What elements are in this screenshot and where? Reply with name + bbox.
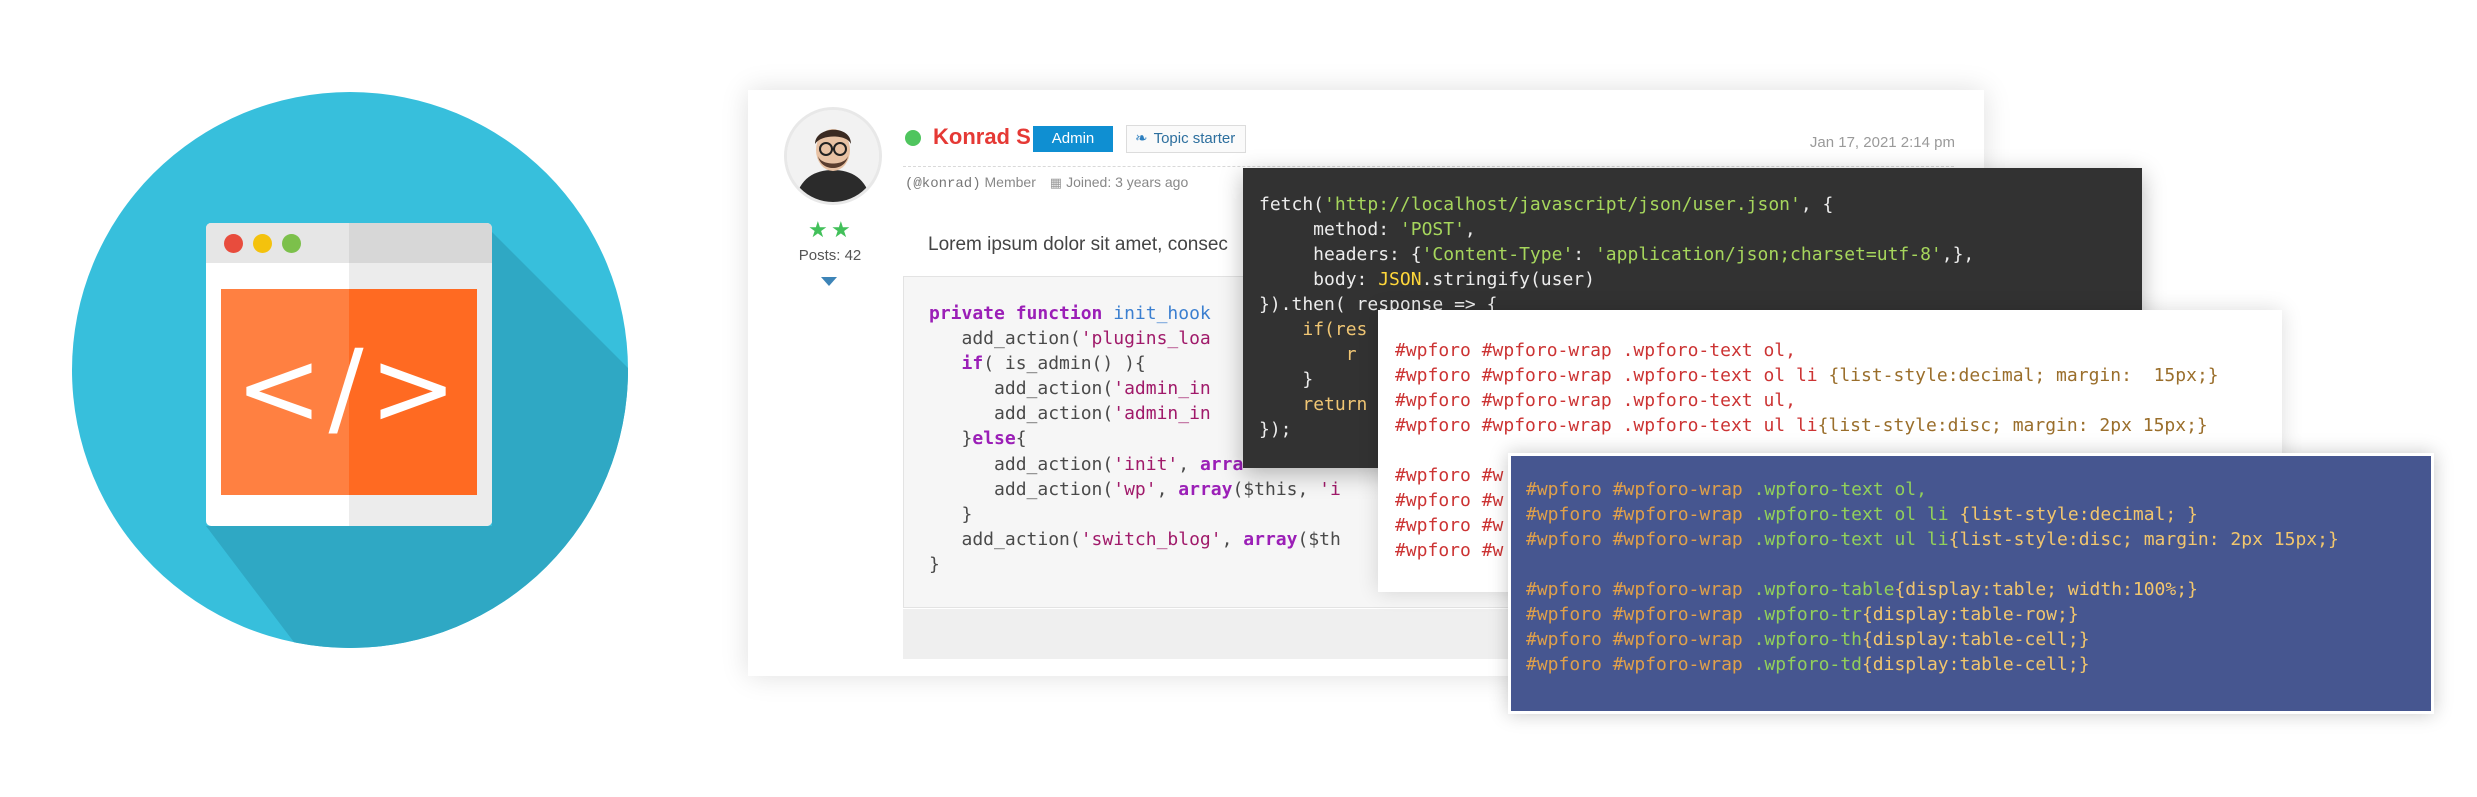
maximize-dot-icon xyxy=(282,234,301,253)
meta-divider xyxy=(903,166,1954,167)
avatar-portrait-icon xyxy=(787,110,879,202)
member-type: Member xyxy=(984,174,1036,190)
chevron-down-icon[interactable] xyxy=(821,277,837,286)
role-badge: Admin xyxy=(1033,126,1113,152)
close-dot-icon xyxy=(224,234,243,253)
rating-stars: ★ ★ xyxy=(808,218,852,243)
browser-window-icon: </> xyxy=(206,223,492,526)
star-icon: ★ xyxy=(831,218,851,243)
posts-count: Posts: 42 xyxy=(798,247,862,264)
topic-starter-badge: ❧ Topic starter xyxy=(1126,125,1247,153)
code-illustration: </> xyxy=(72,92,628,648)
calendar-icon: ▦ xyxy=(1049,176,1063,191)
topic-starter-label: Topic starter xyxy=(1153,130,1236,147)
joined-date: Joined: 3 years ago xyxy=(1066,174,1189,190)
leaf-icon: ❧ xyxy=(1135,130,1148,147)
star-icon: ★ xyxy=(808,218,828,243)
wpforo-css-code: #wpforo #wpforo-wrap .wpforo-text ol, #w… xyxy=(1526,479,2339,675)
minimize-dot-icon xyxy=(253,234,272,253)
avatar[interactable] xyxy=(784,107,882,205)
code-symbol-icon: </> xyxy=(235,327,463,449)
online-status-icon xyxy=(905,130,921,146)
code-panel: </> xyxy=(221,289,477,495)
post-date: Jan 17, 2021 2:14 pm xyxy=(1809,134,1955,151)
wpforo-css-code-window: #wpforo #wpforo-wrap .wpforo-text ol, #w… xyxy=(1508,453,2434,714)
browser-titlebar xyxy=(206,223,492,263)
author-meta: (@konrad) Member ▦ Joined: 3 years ago xyxy=(905,174,1188,192)
author-name[interactable]: Konrad S xyxy=(933,124,1031,150)
post-body-text: Lorem ipsum dolor sit amet, consec xyxy=(928,234,1228,255)
author-handle: (@konrad) xyxy=(905,176,981,192)
